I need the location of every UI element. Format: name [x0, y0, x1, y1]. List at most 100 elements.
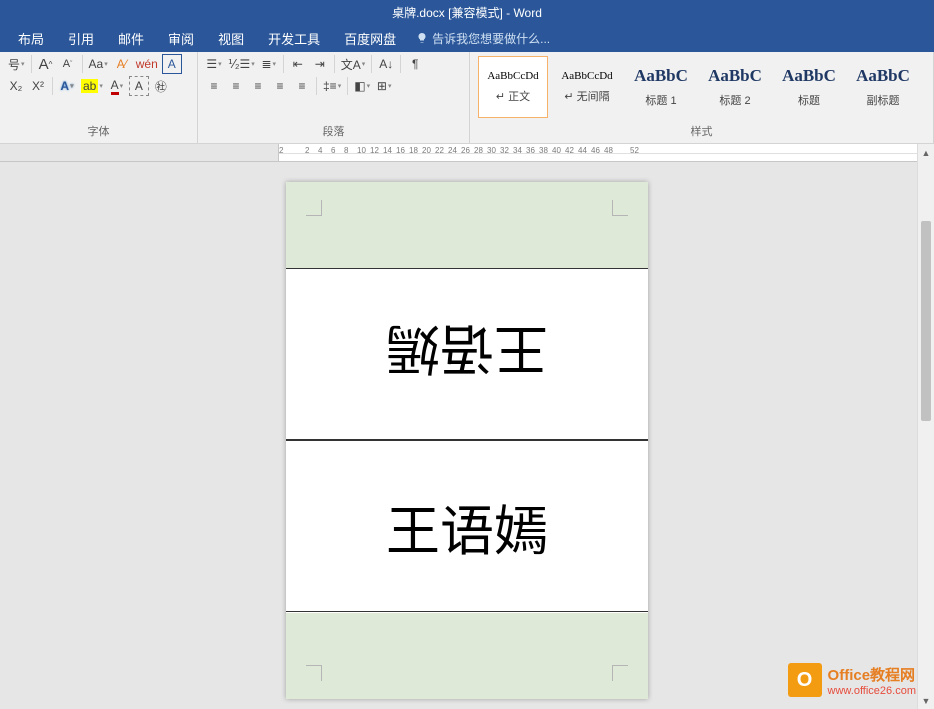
ruler-tick: 40: [552, 146, 561, 155]
tab-developer[interactable]: 开发工具: [256, 24, 332, 52]
group-paragraph: ☰▾ ⅟₂☰▾ ≣▾ ⇤ ⇥ 文A▾ A↓ ¶ ≡ ≡ ≡ ≡ ≡ ‡≡▾: [198, 52, 470, 143]
ruler-tick: 30: [487, 146, 496, 155]
ruler-tick: 44: [578, 146, 587, 155]
style-heading1[interactable]: AaBbC 标题 1: [626, 56, 696, 118]
page-margin-top: [286, 182, 648, 268]
align-distribute-button[interactable]: ≡: [292, 76, 312, 96]
ruler-tick: 42: [565, 146, 574, 155]
tab-review[interactable]: 审阅: [156, 24, 206, 52]
ruler-tick: 4: [318, 146, 322, 155]
shading-button[interactable]: ◧▾: [352, 76, 372, 96]
grow-font-button[interactable]: A^: [36, 54, 56, 74]
tab-references[interactable]: 引用: [56, 24, 106, 52]
group-styles: AaBbCcDd ↵ 正文 AaBbCcDd ↵ 无间隔 AaBbC 标题 1 …: [470, 52, 934, 143]
tab-mailings[interactable]: 邮件: [106, 24, 156, 52]
clear-format-button[interactable]: A⁄: [112, 54, 132, 74]
indent-decrease-button[interactable]: ⇤: [288, 54, 308, 74]
vertical-scrollbar[interactable]: ▲ ▼: [917, 144, 934, 709]
tab-baidu[interactable]: 百度网盘: [332, 24, 408, 52]
bullets-button[interactable]: ☰▾: [204, 54, 224, 74]
ruler-tick: 32: [500, 146, 509, 155]
ruler-tick: 18: [409, 146, 418, 155]
group-font: 号▾ A^ Aˇ Aa▾ A⁄ wén A X₂ X² A▾ ab▾ A▾ A …: [0, 52, 198, 143]
sort-button[interactable]: A↓: [376, 54, 396, 74]
ruler-tick: 10: [357, 146, 366, 155]
text-effects-button[interactable]: A▾: [57, 76, 77, 96]
ruler-tick: 8: [344, 146, 348, 155]
style-heading2[interactable]: AaBbC 标题 2: [700, 56, 770, 118]
style-normal[interactable]: AaBbCcDd ↵ 正文: [478, 56, 548, 118]
ruler-tick: 26: [461, 146, 470, 155]
style-no-spacing[interactable]: AaBbCcDd ↵ 无间隔: [552, 56, 622, 118]
char-shading-button[interactable]: A: [129, 76, 149, 96]
font-color-button[interactable]: A▾: [107, 76, 127, 96]
highlight-button[interactable]: ab▾: [79, 76, 105, 96]
scroll-up-button[interactable]: ▲: [918, 144, 934, 161]
ruler-tick: 28: [474, 146, 483, 155]
nameplate-bottom[interactable]: 王语嫣: [286, 440, 648, 612]
group-font-label: 字体: [6, 121, 191, 143]
line-spacing-button[interactable]: ‡≡▾: [321, 76, 343, 96]
tell-me-placeholder: 告诉我您想要做什么...: [432, 30, 550, 47]
tab-view[interactable]: 视图: [206, 24, 256, 52]
horizontal-ruler[interactable]: 2246810121416182022242628303234363840424…: [0, 144, 934, 162]
lightbulb-icon: [416, 32, 428, 44]
indent-increase-button[interactable]: ⇥: [310, 54, 330, 74]
window-title: 桌牌.docx [兼容模式] - Word: [392, 4, 542, 21]
scroll-thumb[interactable]: [921, 221, 931, 421]
ruler-tick: 12: [370, 146, 379, 155]
show-marks-button[interactable]: ¶: [405, 54, 425, 74]
style-gallery[interactable]: AaBbCcDd ↵ 正文 AaBbCcDd ↵ 无间隔 AaBbC 标题 1 …: [476, 54, 927, 120]
ruler-tick: 46: [591, 146, 600, 155]
align-center-button[interactable]: ≡: [226, 76, 246, 96]
ruler-tick: 36: [526, 146, 535, 155]
scroll-down-button[interactable]: ▼: [918, 692, 934, 709]
ruler-tick: 14: [383, 146, 392, 155]
multilevel-button[interactable]: ≣▾: [259, 54, 279, 74]
enclose-char-button[interactable]: ㊓: [151, 76, 171, 96]
title-bar: 桌牌.docx [兼容模式] - Word: [0, 0, 934, 24]
scroll-track[interactable]: [918, 161, 934, 692]
ruler-tick: 48: [604, 146, 613, 155]
align-left-button[interactable]: ≡: [204, 76, 224, 96]
ruler-tick: 22: [435, 146, 444, 155]
font-size-box[interactable]: 号▾: [6, 54, 27, 74]
align-right-button[interactable]: ≡: [248, 76, 268, 96]
watermark: O Office教程网 www.office26.com: [788, 663, 916, 697]
numbering-button[interactable]: ⅟₂☰▾: [226, 54, 257, 74]
style-title[interactable]: AaBbC 标题: [774, 56, 844, 118]
shrink-font-button[interactable]: Aˇ: [58, 54, 78, 74]
ribbon: 号▾ A^ Aˇ Aa▾ A⁄ wén A X₂ X² A▾ ab▾ A▾ A …: [0, 52, 934, 144]
ruler-tick: 6: [331, 146, 335, 155]
text-direction-button[interactable]: 文A▾: [339, 54, 368, 74]
phonetic-guide-button[interactable]: wén: [134, 54, 160, 74]
tell-me-search[interactable]: 告诉我您想要做什么...: [416, 30, 550, 47]
page-margin-bottom: [286, 613, 648, 699]
document-area[interactable]: 王语嫣 王语嫣: [0, 162, 934, 709]
superscript-button[interactable]: X²: [28, 76, 48, 96]
group-paragraph-label: 段落: [204, 121, 463, 143]
crop-mark-icon: [612, 200, 628, 216]
ruler-tick: 2: [305, 146, 309, 155]
ruler-tick: 24: [448, 146, 457, 155]
tab-layout[interactable]: 布局: [6, 24, 56, 52]
ribbon-tabs: 布局 引用 邮件 审阅 视图 开发工具 百度网盘 告诉我您想要做什么...: [0, 24, 934, 52]
ruler-tick: 20: [422, 146, 431, 155]
align-justify-button[interactable]: ≡: [270, 76, 290, 96]
ruler-tick: 52: [630, 146, 639, 155]
subscript-button[interactable]: X₂: [6, 76, 26, 96]
crop-mark-icon: [306, 665, 322, 681]
nameplate-top[interactable]: 王语嫣: [286, 268, 648, 440]
crop-mark-icon: [612, 665, 628, 681]
page-content[interactable]: 王语嫣 王语嫣: [286, 268, 648, 612]
ruler-tick: 16: [396, 146, 405, 155]
style-subtitle[interactable]: AaBbC 副标题: [848, 56, 918, 118]
watermark-badge-icon: O: [788, 663, 822, 697]
group-styles-label: 样式: [476, 121, 927, 143]
crop-mark-icon: [306, 200, 322, 216]
borders-button[interactable]: ⊞▾: [374, 76, 394, 96]
char-border-button[interactable]: A: [162, 54, 182, 74]
watermark-url: www.office26.com: [828, 685, 916, 697]
page: 王语嫣 王语嫣: [286, 182, 648, 699]
change-case-button[interactable]: Aa▾: [87, 54, 110, 74]
